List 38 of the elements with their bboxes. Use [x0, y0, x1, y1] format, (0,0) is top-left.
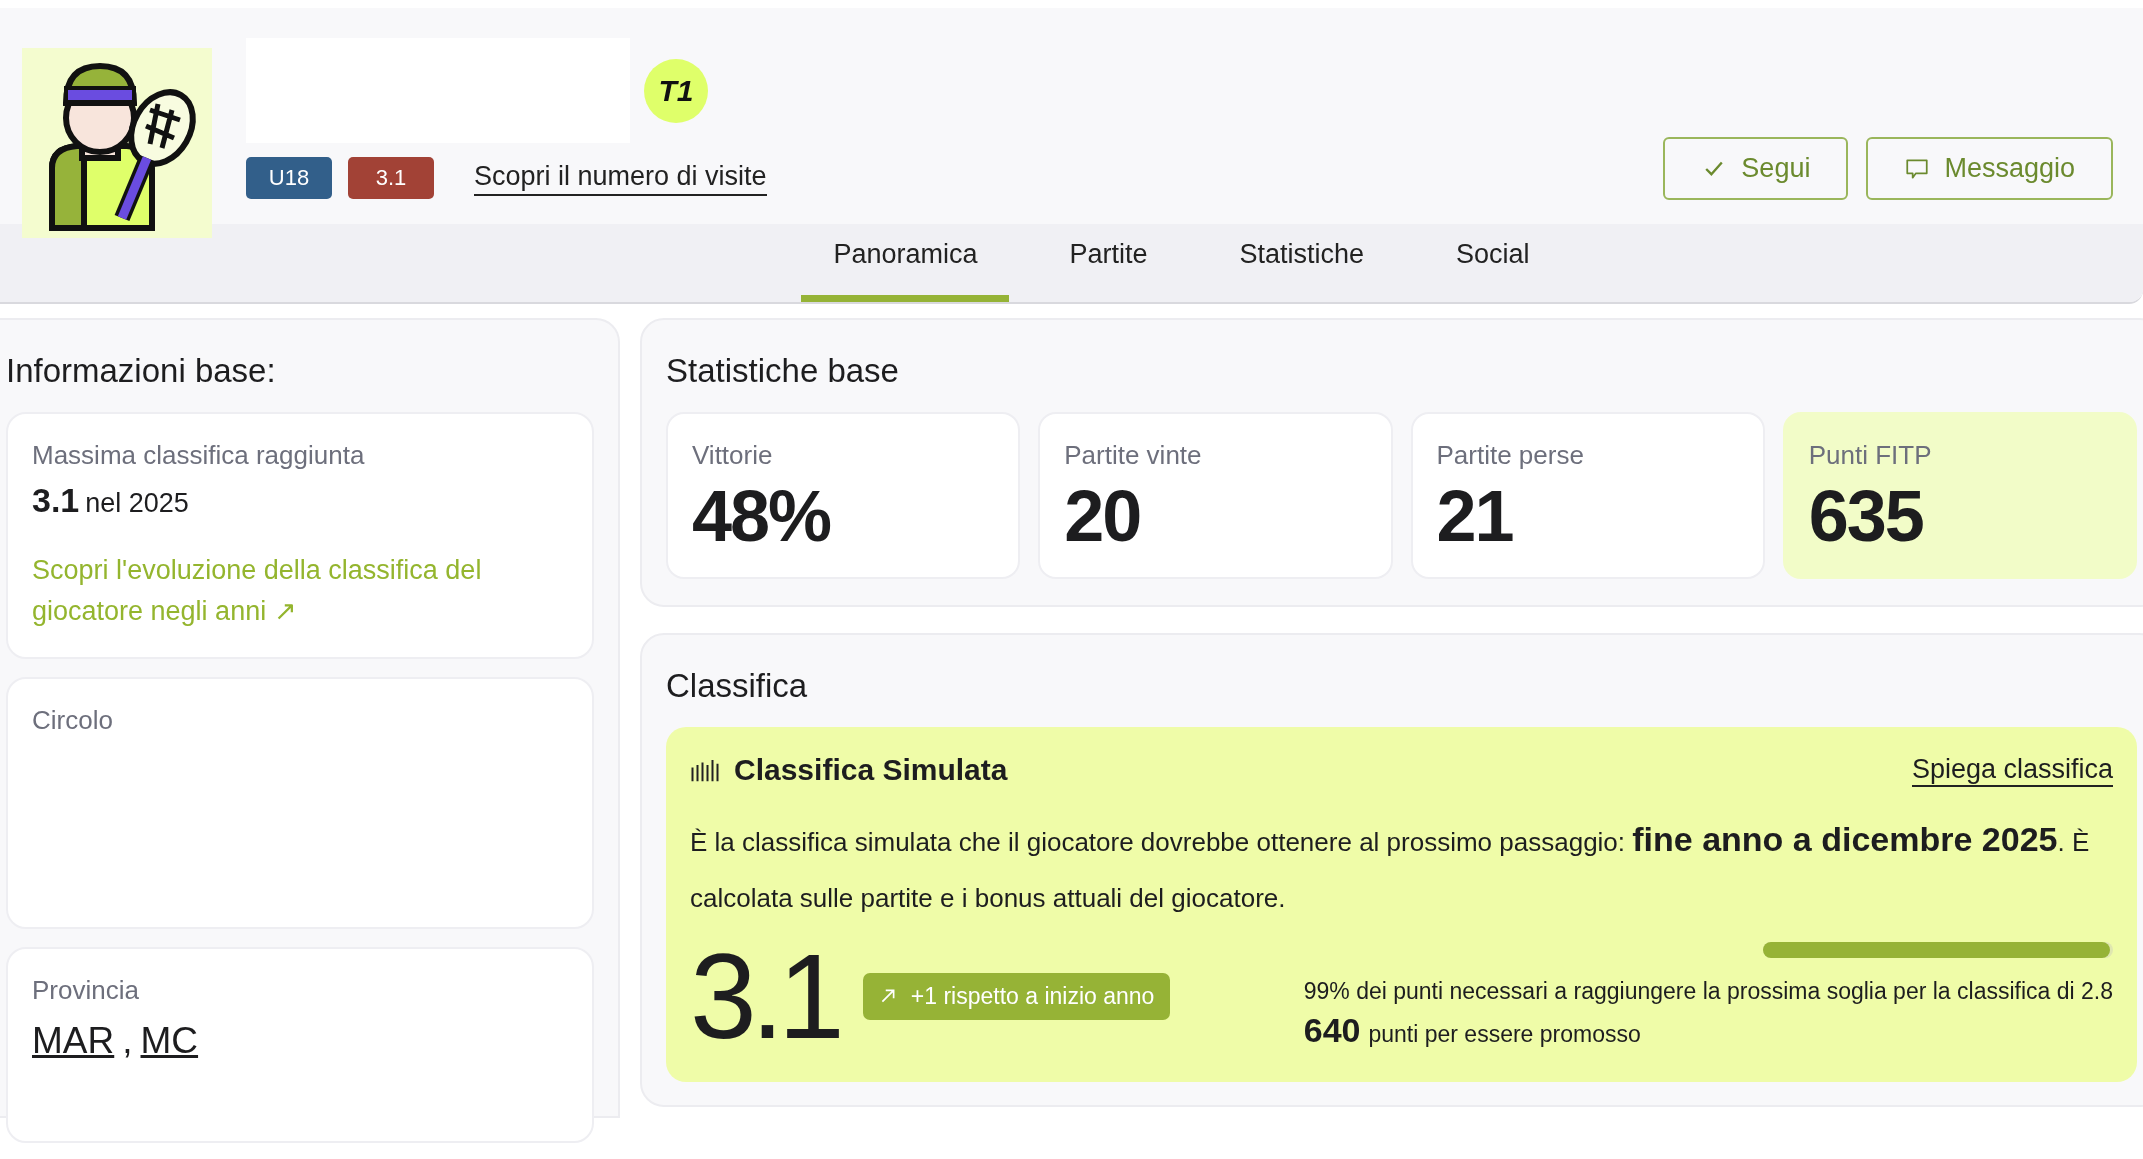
- field-label: Circolo: [32, 705, 114, 736]
- nav-tab[interactable]: Social: [1424, 224, 1562, 302]
- stat-value: 20: [1064, 475, 1142, 557]
- points-text: punti per essere promosso: [1368, 1021, 1641, 1048]
- follow-button[interactable]: Segui: [1663, 137, 1849, 200]
- message-button[interactable]: Messaggio: [1866, 137, 2113, 200]
- explain-link[interactable]: Spiega classifica: [1911, 753, 2113, 787]
- category-badge: U18: [246, 157, 332, 199]
- section-title: Statistiche base: [666, 352, 900, 390]
- field-label: Massima classifica raggiunta: [32, 440, 366, 471]
- ranking-year: nel 2025: [85, 488, 189, 519]
- nav-tab[interactable]: Statistiche: [1207, 224, 1397, 302]
- nav-tab[interactable]: Panoramica: [801, 224, 1010, 302]
- progress-text: 99% dei punti necessari a raggiungere la prossima soglia per la classifica di 2.8: [1303, 978, 2113, 1005]
- club-logo: T1: [644, 58, 708, 123]
- simulated-ranking-value: 3.1: [690, 936, 839, 1056]
- section-title: Classifica: [666, 667, 809, 705]
- stat-value: 48%: [692, 475, 832, 557]
- separator: ,: [122, 1020, 133, 1062]
- stat-label: Partite perse: [1436, 440, 1585, 471]
- card-title: Classifica Simulata: [734, 753, 1008, 787]
- bars-icon: [690, 757, 720, 783]
- stat-label: Partite vinte: [1064, 440, 1203, 471]
- province-link[interactable]: MAR: [32, 1020, 115, 1062]
- ranking-value: 3.1: [32, 481, 80, 520]
- change-text: +1 rispetto a inizio anno: [910, 982, 1155, 1010]
- description-text: È la classifica simulata che il giocatore dovrebbe ottenere al prossimo passaggio: fine anno a dicembre 2025. È calcolata sulle partite e i bonus attuali del giocatore.: [690, 819, 2091, 915]
- category-badge: 3.1: [348, 157, 434, 199]
- stat-label: Vittorie: [692, 440, 774, 471]
- field-label: Provincia: [32, 975, 140, 1006]
- stat-label: Punti FITP: [1808, 440, 1933, 471]
- stat-value: 635: [1808, 475, 1924, 557]
- province-link[interactable]: MC: [140, 1020, 199, 1062]
- points-value: 640: [1303, 1011, 1361, 1050]
- section-title: Informazioni base:: [6, 352, 277, 390]
- visits-link[interactable]: Scopri il numero di visite: [474, 160, 767, 196]
- nav-tab[interactable]: Partite: [1037, 224, 1180, 302]
- stat-value: 21: [1436, 475, 1514, 557]
